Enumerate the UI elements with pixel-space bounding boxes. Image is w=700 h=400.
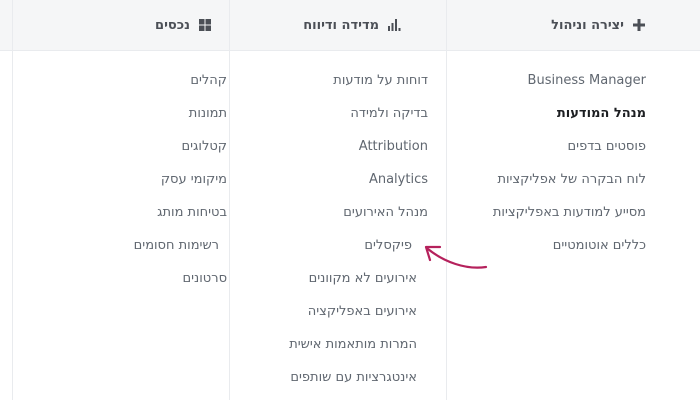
menu-item-attribution[interactable]: Attribution <box>289 136 428 169</box>
annotation-arrow-icon <box>424 245 488 269</box>
column-header-assets: נכסים <box>155 0 212 50</box>
plus-icon <box>633 19 645 31</box>
menu-item-test-and-learn[interactable]: בדיקה ולמידה <box>289 103 428 136</box>
menu-item-app-dashboard[interactable]: לוח הבקרה של אפליקציות <box>493 169 646 202</box>
menu-item-brand-safety[interactable]: בטיחות מותג <box>134 202 227 235</box>
column-header-create-manage: יצירה וניהול <box>551 0 646 50</box>
menu-item-business-locations[interactable]: מיקומי עסק <box>134 169 227 202</box>
menu-item-events-manager[interactable]: מנהל האירועים <box>289 202 428 235</box>
column-title: יצירה וניהול <box>551 17 624 33</box>
menu-item-custom-conversions[interactable]: המרות מותאמות אישית <box>289 334 428 367</box>
column-assets: נכסים קהלים תמונות קטלוגים מיקומי עסק בט… <box>12 0 229 400</box>
create-manage-list: Business Manager מנהל המודעות פוסטים בדפ… <box>493 70 646 268</box>
menu-item-videos[interactable]: סרטונים <box>134 268 227 301</box>
menu-item-app-ads-helper[interactable]: מסייע למודעות באפליקציות <box>493 202 646 235</box>
grid-icon <box>199 19 211 31</box>
menu-item-offline-events[interactable]: אירועים לא מקוונים <box>289 268 428 301</box>
menu-item-ads-manager[interactable]: מנהל המודעות <box>493 103 646 136</box>
column-header-measure-report: מדידה ודיווח <box>303 0 401 50</box>
column-create-manage: יצירה וניהול Business Manager מנהל המודע… <box>447 0 700 400</box>
column-measure-report: מדידה ודיווח דוחות על מודעות בדיקה ולמיד… <box>229 0 447 400</box>
business-tools-menu: יצירה וניהול Business Manager מנהל המודע… <box>0 0 700 400</box>
menu-item-partner-integrations[interactable]: אינטגרציות עם שותפים <box>289 367 428 400</box>
column-title: מדידה ודיווח <box>303 17 379 33</box>
bar-chart-icon <box>388 19 401 31</box>
menu-item-block-lists[interactable]: רשימות חסומים <box>134 235 227 268</box>
menu-item-business-manager[interactable]: Business Manager <box>493 70 646 103</box>
assets-list: קהלים תמונות קטלוגים מיקומי עסק בטיחות מ… <box>134 70 227 301</box>
menu-item-audiences[interactable]: קהלים <box>134 70 227 103</box>
measure-report-list: דוחות על מודעות בדיקה ולמידה Attribution… <box>289 70 428 400</box>
menu-item-analytics[interactable]: Analytics <box>289 169 428 202</box>
menu-item-automated-rules[interactable]: כללים אוטומטיים <box>493 235 646 268</box>
menu-item-page-posts[interactable]: פוסטים בדפים <box>493 136 646 169</box>
menu-item-images[interactable]: תמונות <box>134 103 227 136</box>
column-title: נכסים <box>155 17 190 33</box>
menu-item-ads-reporting[interactable]: דוחות על מודעות <box>289 70 428 103</box>
menu-item-pixels[interactable]: פיקסלים <box>289 235 428 268</box>
menu-item-app-events[interactable]: אירועים באפליקציה <box>289 301 428 334</box>
menu-item-catalogs[interactable]: קטלוגים <box>134 136 227 169</box>
